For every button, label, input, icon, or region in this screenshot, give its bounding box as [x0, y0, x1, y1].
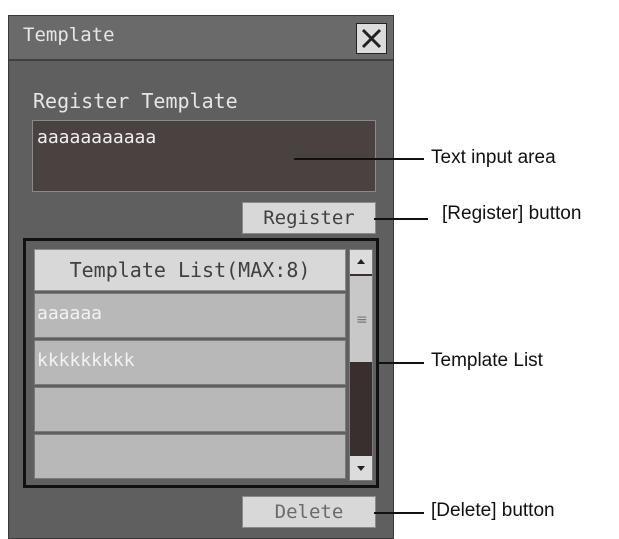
register-template-label: Register Template: [33, 89, 238, 113]
template-dialog: Template Register Template aaaaaaaaaaa R…: [8, 15, 394, 539]
list-item[interactable]: aaaaaa: [34, 293, 346, 338]
template-list-header[interactable]: Template List(MAX:8): [34, 249, 346, 291]
delete-button[interactable]: Delete: [242, 496, 376, 528]
dialog-title: Template: [23, 24, 115, 46]
list-item[interactable]: [34, 434, 346, 479]
register-button[interactable]: Register: [242, 202, 376, 234]
close-button[interactable]: [356, 23, 387, 54]
callout-line-register: [374, 218, 428, 220]
list-item[interactable]: [34, 387, 346, 432]
callout-line-delete: [374, 512, 424, 514]
triangle-up-icon: [357, 259, 365, 264]
grip-icon: ≡: [356, 312, 368, 328]
triangle-down-icon: [357, 466, 365, 471]
callout-line-text-input: [294, 158, 424, 160]
list-scrollbar[interactable]: ≡: [349, 249, 373, 481]
scroll-down-button[interactable]: [350, 456, 372, 480]
callout-delete-button: [Delete] button: [431, 500, 555, 521]
list-item[interactable]: kkkkkkkkk: [34, 340, 346, 385]
template-list: Template List(MAX:8) aaaaaa kkkkkkkkk ≡: [23, 238, 379, 488]
callout-register-button: [Register] button: [442, 203, 582, 224]
template-text-input[interactable]: aaaaaaaaaaa: [32, 120, 376, 192]
callout-line-template-list: [378, 362, 424, 364]
callout-template-list: Template List: [431, 350, 543, 371]
title-bar: Template: [9, 16, 393, 61]
callout-text-input: Text input area: [431, 147, 556, 168]
close-icon: [361, 28, 382, 49]
scroll-up-button[interactable]: [350, 250, 372, 274]
scroll-thumb[interactable]: ≡: [350, 276, 372, 362]
